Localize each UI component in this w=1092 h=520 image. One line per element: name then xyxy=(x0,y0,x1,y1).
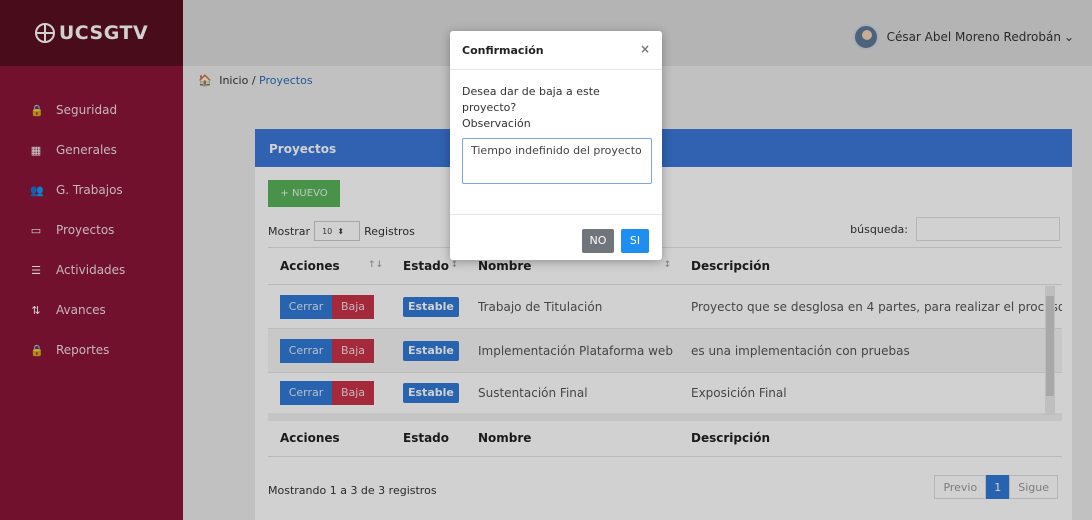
dialog-header: Confirmación × xyxy=(450,31,662,70)
observation-label: Observación xyxy=(462,117,531,130)
dialog-title: Confirmación xyxy=(462,44,544,57)
dialog-footer: NO SI xyxy=(450,214,662,260)
yes-button[interactable]: SI xyxy=(621,229,649,253)
no-button[interactable]: NO xyxy=(582,229,614,253)
dialog-message-line1: Desea dar de baja a este xyxy=(462,85,600,98)
confirmation-dialog: Confirmación × Desea dar de baja a este … xyxy=(450,31,662,260)
dialog-message-line2: proyecto? xyxy=(462,101,517,114)
observation-input[interactable]: Tiempo indefinido del proyecto xyxy=(462,138,652,184)
close-icon[interactable]: × xyxy=(640,42,650,56)
dialog-body: Desea dar de baja a este proyecto? Obser… xyxy=(450,70,662,189)
